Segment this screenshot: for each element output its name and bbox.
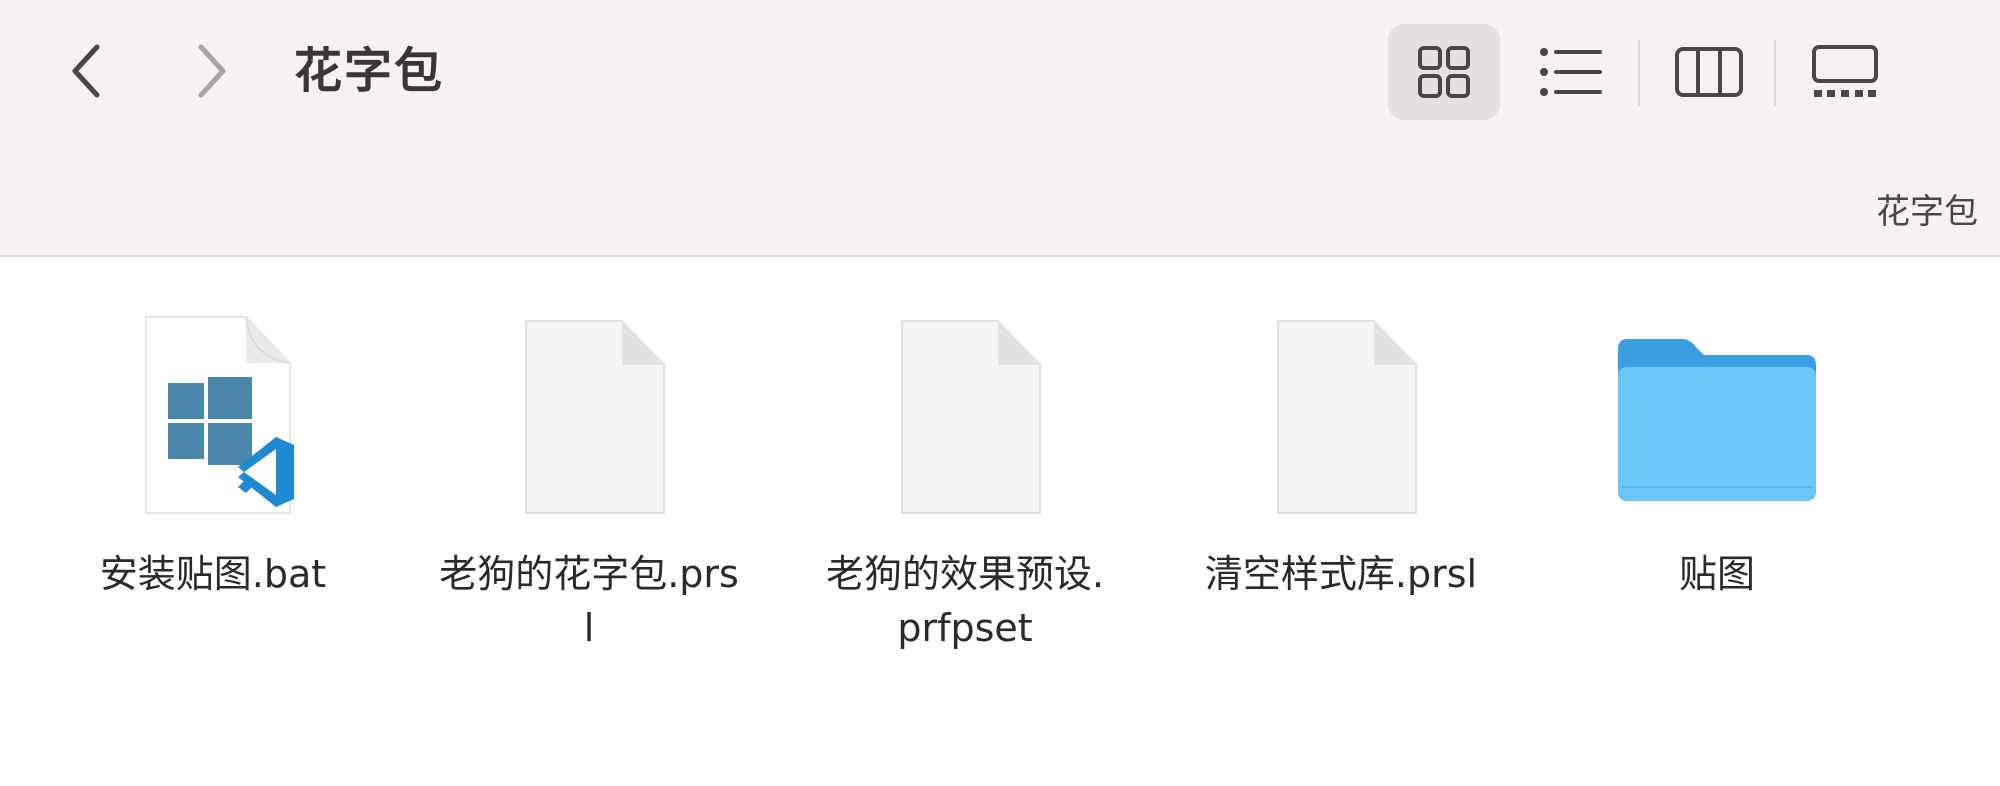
- file-item-clear-style-prsl[interactable]: 清空样式库.prsl: [1176, 307, 1506, 601]
- toolbar: 花字包 花字包: [0, 0, 2000, 257]
- window-title: 花字包: [294, 43, 445, 99]
- file-item-effect-preset[interactable]: 老狗的效果预设.prfpset: [800, 307, 1130, 655]
- file-name: 老狗的花字包.prsl: [439, 552, 739, 650]
- path-label: 花字包: [1876, 192, 1978, 232]
- document-icon: [860, 307, 1070, 527]
- gallery-view-button[interactable]: [1790, 24, 1900, 120]
- column-view-button[interactable]: [1654, 24, 1764, 120]
- file-name: 清空样式库.prsl: [1204, 552, 1478, 596]
- file-item-texture-folder[interactable]: 贴图: [1552, 307, 1882, 601]
- columns-icon: [1675, 47, 1743, 97]
- file-name: 贴图: [1678, 552, 1755, 596]
- toolbar-divider: [1774, 40, 1776, 106]
- chevron-right-icon: [198, 44, 226, 98]
- list-view-button[interactable]: [1516, 24, 1626, 120]
- chevron-left-icon: [72, 44, 100, 98]
- file-item-huazibao-prsl[interactable]: 老狗的花字包.prsl: [424, 307, 754, 655]
- file-name: 安装贴图.bat: [99, 552, 327, 596]
- toolbar-divider: [1638, 40, 1640, 106]
- folder-icon: [1612, 307, 1822, 527]
- gallery-icon: [1812, 45, 1878, 97]
- file-grid: 安装贴图.bat 老狗的花字包.prsl 老狗的效果预设.prfpset 清空样…: [0, 257, 2000, 786]
- batch-file-icon: [108, 307, 318, 527]
- file-name: 老狗的效果预设.prfpset: [825, 552, 1105, 650]
- document-icon: [1236, 307, 1446, 527]
- document-icon: [484, 307, 694, 527]
- grid-icon: [1418, 46, 1470, 98]
- forward-button[interactable]: [176, 36, 246, 106]
- list-icon: [1540, 48, 1602, 96]
- file-item-install-bat[interactable]: 安装贴图.bat: [48, 307, 378, 601]
- icon-view-button[interactable]: [1388, 24, 1500, 120]
- back-button[interactable]: [52, 36, 122, 106]
